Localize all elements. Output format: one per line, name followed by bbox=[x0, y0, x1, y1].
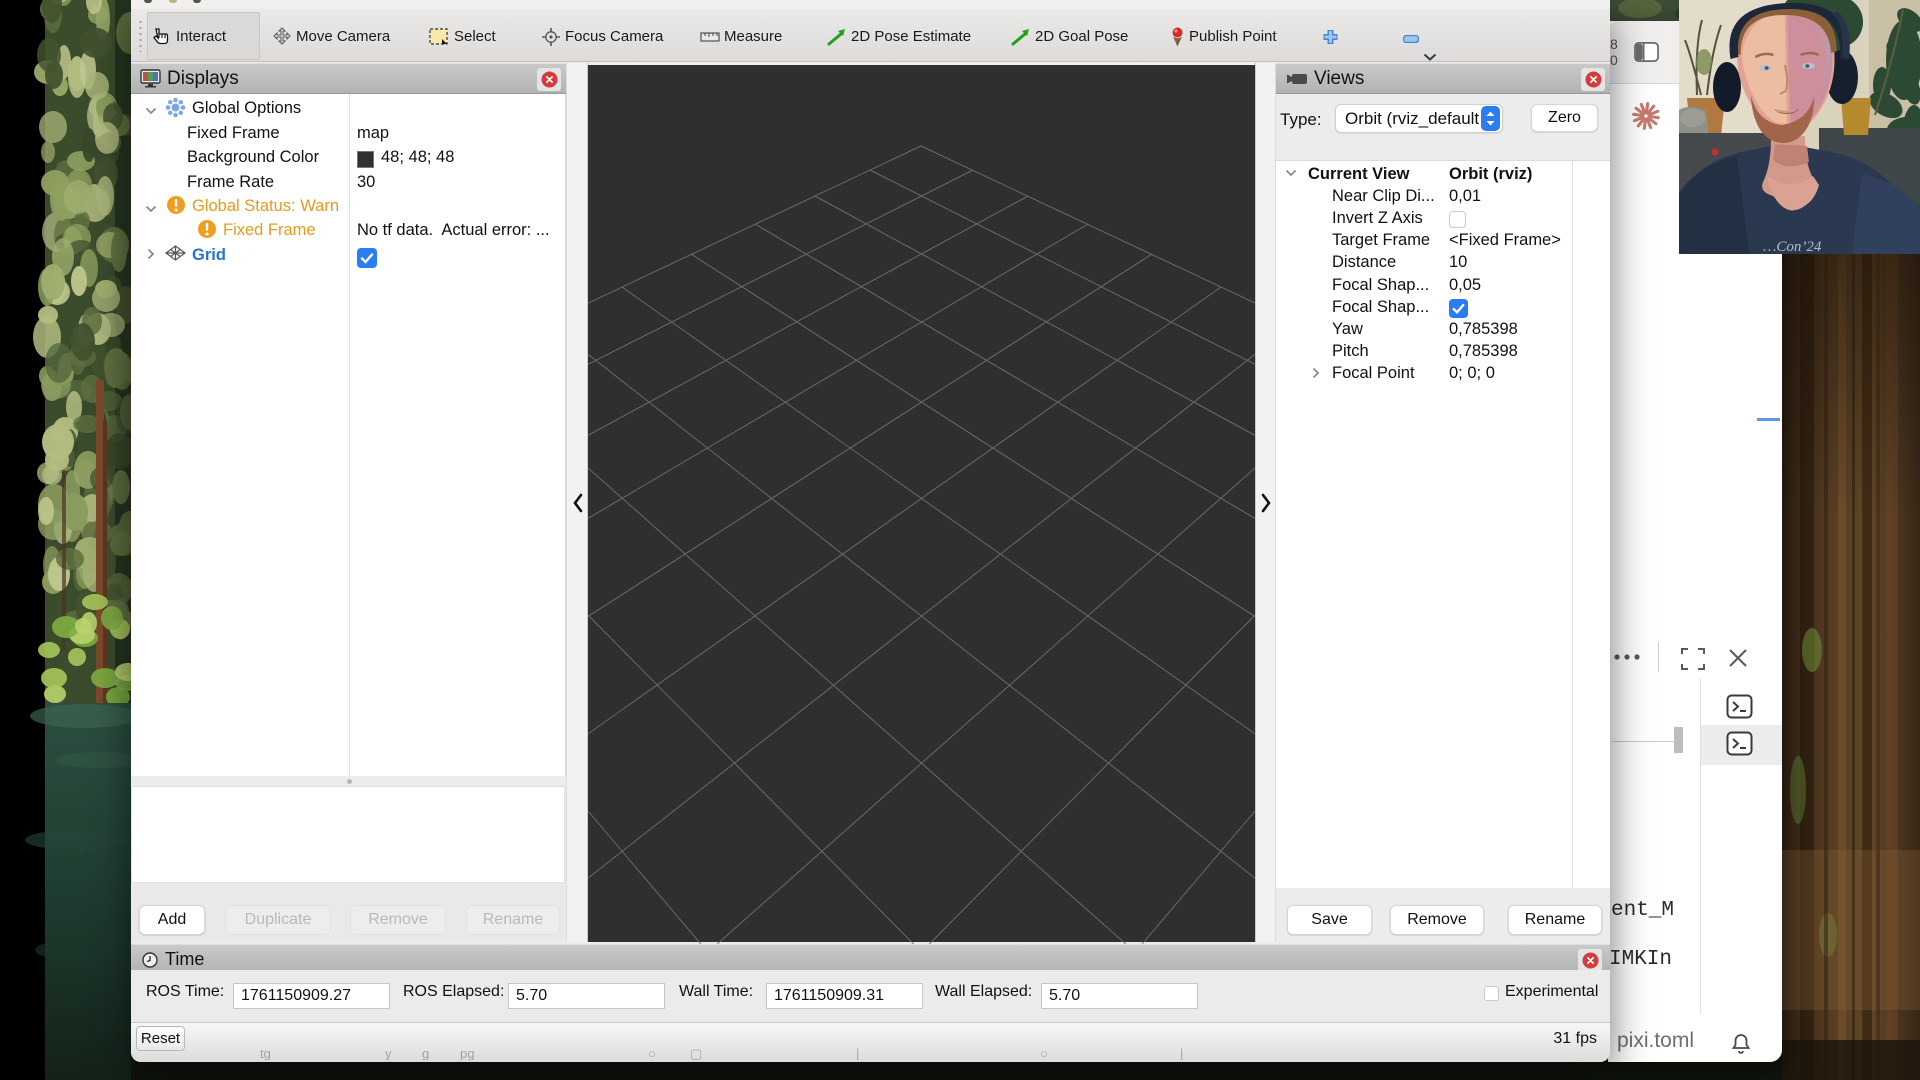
svg-text:…Con’24: …Con’24 bbox=[1763, 239, 1822, 254]
